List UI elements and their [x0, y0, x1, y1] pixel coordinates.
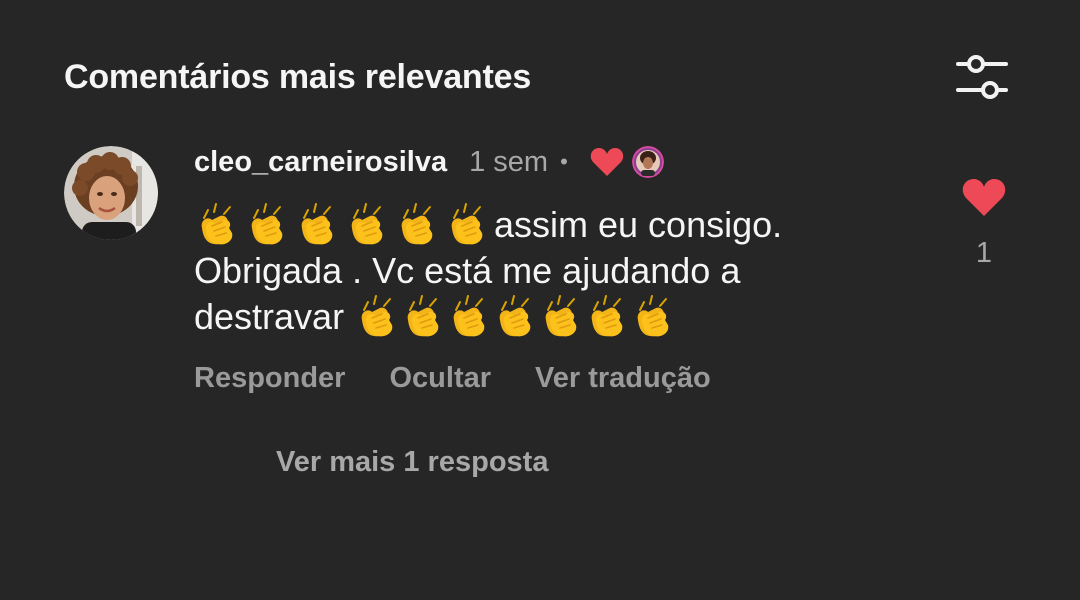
creator-heart-icon	[590, 148, 624, 176]
clapping-hands-emoji	[361, 295, 393, 337]
comment-text: assim eu consigo. Obrigada . Vc está me …	[194, 202, 874, 340]
like-heart-icon[interactable]	[962, 178, 1006, 218]
separator-dot: •	[560, 149, 568, 174]
timestamp: 1 sem	[469, 145, 549, 178]
comment-meta: cleo_carneirosilva 1 sem •	[194, 142, 894, 182]
like-count: 1	[975, 237, 993, 269]
clapping-hands-emoji	[591, 295, 623, 337]
clapping-hands-emoji	[453, 295, 485, 337]
trailing-claps	[354, 295, 676, 337]
clapping-hands-emoji	[251, 203, 283, 245]
clapping-hands-emoji	[637, 295, 669, 337]
clapping-hands-emoji	[351, 203, 383, 245]
username[interactable]: cleo_carneirosilva	[194, 146, 447, 179]
hide-button[interactable]: Ocultar	[389, 362, 491, 395]
clapping-hands-emoji	[407, 295, 439, 337]
comment-item: cleo_carneirosilva 1 sem • assim eu cons…	[64, 142, 1024, 442]
avatar[interactable]	[64, 146, 158, 240]
comment-body: cleo_carneirosilva 1 sem • assim eu cons…	[194, 142, 894, 395]
like-column: 1	[962, 178, 1006, 270]
page-title: Comentários mais relevantes	[64, 58, 532, 96]
clapping-hands-emoji	[201, 203, 233, 245]
clapping-hands-emoji	[545, 295, 577, 337]
reply-button[interactable]: Responder	[194, 362, 345, 395]
comments-header: Comentários mais relevantes	[64, 52, 1020, 106]
view-more-replies-button[interactable]: Ver mais 1 resposta	[276, 446, 548, 479]
clapping-hands-emoji	[401, 203, 433, 245]
leading-claps	[194, 203, 494, 245]
translate-button[interactable]: Ver tradução	[535, 362, 711, 395]
clapping-hands-emoji	[451, 203, 483, 245]
sliders-icon[interactable]	[952, 52, 1012, 102]
comment-actions: Responder Ocultar Ver tradução	[194, 362, 894, 395]
creator-avatar-icon	[631, 146, 664, 178]
clapping-hands-emoji	[301, 203, 333, 245]
clapping-hands-emoji	[499, 295, 531, 337]
